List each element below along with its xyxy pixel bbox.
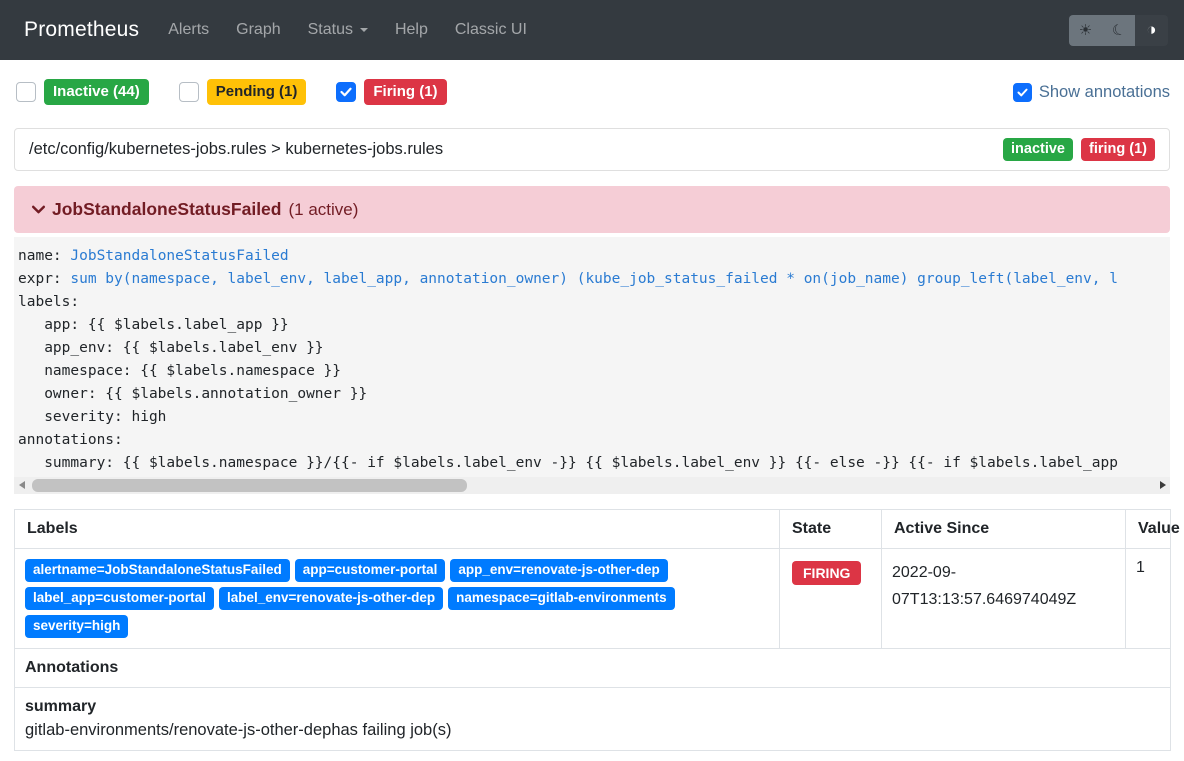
contrast-icon: ◑ [1146, 20, 1156, 40]
show-annotations-checkbox[interactable] [1013, 83, 1032, 102]
navbar: Prometheus Alerts Graph Status Help Clas… [0, 0, 1184, 60]
code-line: severity: high [18, 406, 1166, 429]
brand-prometheus[interactable]: Prometheus [24, 18, 139, 42]
rule-name-link[interactable]: JobStandaloneStatusFailed [70, 248, 288, 264]
rule-group-card: /etc/config/kubernetes-jobs.rules > kube… [14, 128, 1170, 171]
alert-filter-bar: Inactive (44) Pending (1) Firing (1) Sho… [16, 78, 1170, 106]
inactive-count-badge[interactable]: Inactive (44) [44, 79, 149, 104]
code-line: expr: sum by(namespace, label_env, label… [18, 268, 1166, 291]
code-line: app: {{ $labels.label_app }} [18, 314, 1166, 337]
column-header-state: State [780, 510, 882, 549]
nav-link-help[interactable]: Help [395, 21, 428, 39]
filter-pending: Pending (1) [179, 79, 307, 104]
label-badge-list: alertname=JobStandaloneStatusFailed app=… [25, 559, 769, 638]
firing-checkbox[interactable] [336, 82, 356, 102]
filter-firing: Firing (1) [336, 79, 446, 104]
rule-file-path: /etc/config/kubernetes-jobs.rules > kube… [29, 140, 443, 159]
annotation-key: summary [25, 698, 1160, 716]
alert-rule-name: JobStandaloneStatusFailed [52, 199, 281, 220]
code-line: labels: [18, 291, 1166, 314]
sun-icon: ☀ [1079, 21, 1092, 39]
label-badge-app: app=customer-portal [295, 559, 446, 582]
nav-link-alerts[interactable]: Alerts [168, 21, 209, 39]
group-firing-badge: firing (1) [1081, 138, 1155, 161]
chevron-down-icon [30, 201, 47, 218]
rule-definition-code: name: JobStandaloneStatusFailedexpr: sum… [14, 237, 1170, 477]
nav-link-graph[interactable]: Graph [236, 21, 280, 39]
alert-active-count: (1 active) [288, 200, 358, 220]
moon-icon: ☾ [1109, 19, 1127, 40]
auto-theme-button[interactable]: ◑ [1135, 15, 1168, 46]
theme-toggle-group: ☀ ☾ ◑ [1069, 15, 1168, 46]
annotations-title: Annotations [15, 648, 1171, 687]
pending-count-badge[interactable]: Pending (1) [207, 79, 307, 104]
annotation-row: summary gitlab-environments/renovate-js-… [15, 687, 1171, 750]
show-annotations-label[interactable]: Show annotations [1039, 83, 1170, 102]
column-header-labels: Labels [15, 510, 780, 549]
nav-link-status-dropdown[interactable]: Status [308, 21, 368, 39]
column-header-active-since: Active Since [882, 510, 1126, 549]
code-line: owner: {{ $labels.annotation_owner }} [18, 383, 1166, 406]
label-badge-alertname: alertname=JobStandaloneStatusFailed [25, 559, 290, 582]
code-line: annotations: [18, 429, 1166, 452]
code-line: app_env: {{ $labels.label_env }} [18, 337, 1166, 360]
code-line: name: JobStandaloneStatusFailed [18, 245, 1166, 268]
scrollbar-thumb[interactable] [32, 479, 467, 492]
inactive-checkbox[interactable] [16, 82, 36, 102]
table-header-row: Labels State Active Since Value [15, 510, 1171, 549]
label-badge-severity: severity=high [25, 615, 128, 638]
label-badge-label-env: label_env=renovate-js-other-dep [219, 587, 443, 610]
nav-link-classic-ui[interactable]: Classic UI [455, 21, 527, 39]
label-badge-label-app: label_app=customer-portal [25, 587, 214, 610]
firing-count-badge[interactable]: Firing (1) [364, 79, 446, 104]
group-inactive-badge: inactive [1003, 138, 1073, 161]
label-badge-app-env: app_env=renovate-js-other-dep [450, 559, 667, 582]
light-theme-button[interactable]: ☀ [1069, 15, 1102, 46]
column-header-value: Value [1126, 510, 1171, 549]
nav-links: Alerts Graph Status Help Classic UI [168, 21, 527, 39]
annotations-header-row: Annotations [15, 648, 1171, 687]
label-badge-namespace: namespace=gitlab-environments [448, 587, 674, 610]
alert-details-table: Labels State Active Since Value alertnam… [14, 509, 1171, 751]
alert-instance-row: alertname=JobStandaloneStatusFailed app=… [15, 549, 1171, 649]
alert-rule-header[interactable]: JobStandaloneStatusFailed (1 active) [14, 186, 1170, 233]
pending-checkbox[interactable] [179, 82, 199, 102]
scroll-left-arrow-icon[interactable] [19, 481, 25, 489]
filter-inactive: Inactive (44) [16, 79, 149, 104]
code-line: summary: {{ $labels.namespace }}/{{- if … [18, 452, 1166, 475]
show-annotations-control: Show annotations [1013, 83, 1170, 102]
active-since-value: 2022-09-07T13:13:57.646974049Z [882, 549, 1126, 649]
dark-theme-button[interactable]: ☾ [1102, 15, 1135, 46]
annotation-value: gitlab-environments/renovate-js-other-de… [25, 721, 1160, 740]
scroll-right-arrow-icon[interactable] [1160, 481, 1166, 489]
rule-expr-link[interactable]: sum by(namespace, label_env, label_app, … [70, 271, 1118, 287]
alert-value: 1 [1126, 549, 1171, 649]
code-line: namespace: {{ $labels.namespace }} [18, 360, 1166, 383]
chevron-down-icon [360, 28, 368, 32]
rule-group-badges: inactive firing (1) [1003, 138, 1155, 161]
horizontal-scrollbar[interactable] [14, 477, 1170, 494]
firing-state-badge: FIRING [792, 561, 861, 585]
